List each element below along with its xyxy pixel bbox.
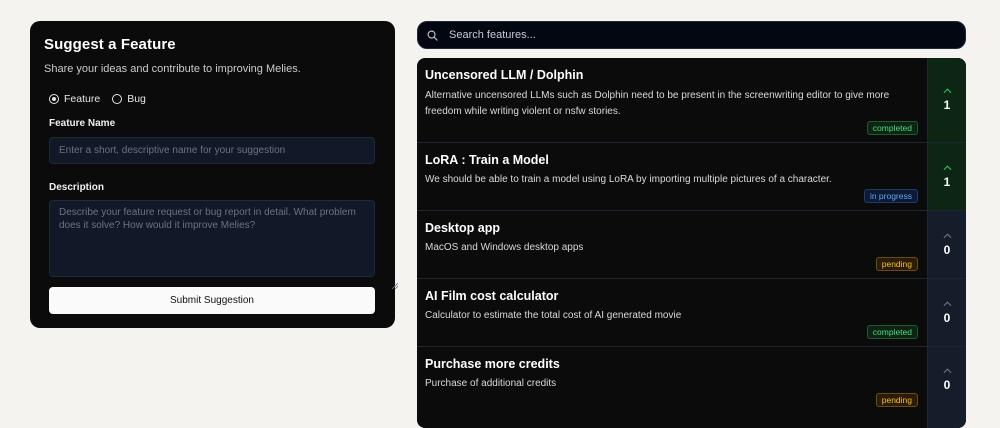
description-label: Description bbox=[49, 182, 105, 193]
vote-count: 1 bbox=[943, 174, 951, 189]
feature-description: MacOS and Windows desktop apps bbox=[425, 242, 584, 253]
chevron-up-icon bbox=[943, 88, 951, 94]
radio-bug-label: Bug bbox=[127, 93, 146, 105]
description-textarea[interactable] bbox=[49, 200, 375, 277]
search-icon bbox=[427, 30, 438, 41]
search-input[interactable] bbox=[447, 28, 965, 42]
chevron-up-icon bbox=[943, 164, 951, 170]
feature-title: Purchase more credits bbox=[425, 357, 560, 371]
vote-count: 0 bbox=[943, 310, 951, 325]
status-badge: pending bbox=[875, 393, 918, 407]
feature-description: Purchase of additional credits bbox=[425, 378, 557, 389]
chevron-up-icon bbox=[943, 232, 951, 238]
radio-feature-label: Feature bbox=[64, 93, 101, 105]
status-badge: completed bbox=[866, 325, 918, 339]
feature-item: Purchase more credits Purchase of additi… bbox=[417, 347, 966, 428]
feature-item: LoRA : Train a Model We should be able t… bbox=[417, 143, 966, 211]
radio-bug-indicator[interactable] bbox=[112, 94, 123, 104]
upvote-button[interactable]: 0 bbox=[927, 347, 966, 428]
feature-item: Uncensored LLM / Dolphin Alternative unc… bbox=[417, 58, 966, 143]
upvote-button[interactable]: 0 bbox=[927, 279, 966, 346]
chevron-up-icon bbox=[943, 367, 951, 373]
feature-item: AI Film cost calculator Calculator to es… bbox=[417, 279, 966, 347]
feature-title: Desktop app bbox=[425, 221, 501, 235]
status-badge: pending bbox=[875, 257, 918, 271]
status-badge: completed bbox=[866, 121, 918, 135]
feature-description: We should be able to train a model using… bbox=[425, 174, 832, 185]
vote-count: 1 bbox=[943, 98, 951, 112]
radio-feature-indicator[interactable] bbox=[49, 94, 59, 104]
status-badge: in progress bbox=[863, 189, 918, 203]
search-bar[interactable] bbox=[417, 21, 966, 49]
feature-title: Uncensored LLM / Dolphin bbox=[425, 68, 584, 82]
vote-count: 0 bbox=[943, 377, 951, 392]
radio-bug[interactable]: Bug bbox=[112, 93, 146, 105]
chevron-up-icon bbox=[943, 300, 951, 306]
feature-name-label: Feature Name bbox=[49, 118, 116, 129]
form-title: Suggest a Feature bbox=[44, 36, 176, 53]
feature-title: AI Film cost calculator bbox=[425, 289, 559, 303]
upvote-button[interactable]: 1 bbox=[927, 58, 966, 142]
suggestion-type-group: Feature Bug bbox=[49, 93, 376, 105]
vote-count: 0 bbox=[943, 242, 951, 257]
resize-grip-icon[interactable] bbox=[392, 283, 398, 289]
submit-suggestion-button[interactable]: Submit Suggestion bbox=[49, 287, 375, 314]
feature-title: LoRA : Train a Model bbox=[425, 153, 549, 167]
upvote-button[interactable]: 0 bbox=[927, 211, 966, 278]
upvote-button[interactable]: 1 bbox=[927, 143, 966, 210]
radio-feature[interactable]: Feature bbox=[49, 93, 100, 105]
feature-item: Desktop app MacOS and Windows desktop ap… bbox=[417, 211, 966, 279]
feature-description: Alternative uncensored LLMs such as Dolp… bbox=[425, 90, 890, 117]
suggest-feature-panel: Suggest a Feature Share your ideas and c… bbox=[30, 21, 398, 328]
feature-list: Uncensored LLM / Dolphin Alternative unc… bbox=[417, 58, 966, 428]
feature-name-input[interactable] bbox=[49, 137, 375, 164]
feature-description: Calculator to estimate the total cost of… bbox=[425, 310, 682, 321]
form-subtitle: Share your ideas and contribute to impro… bbox=[44, 63, 301, 75]
